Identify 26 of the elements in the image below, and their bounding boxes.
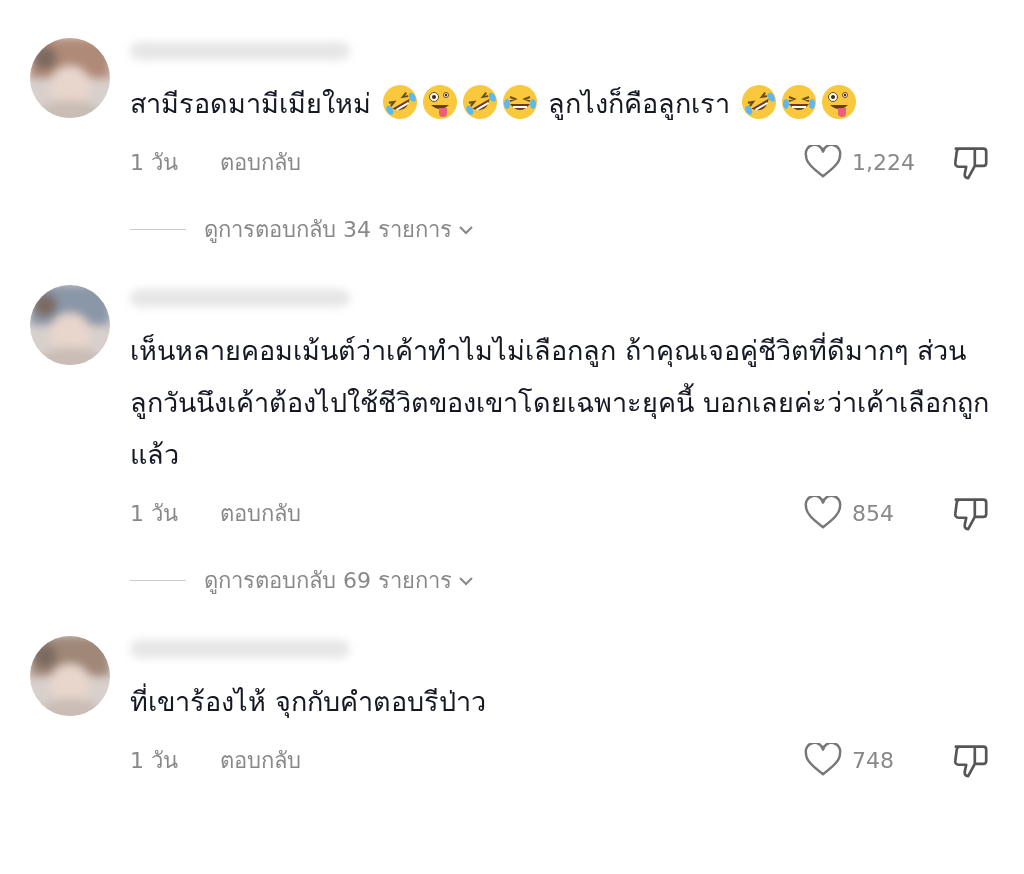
heart-icon[interactable]: [804, 743, 842, 777]
comment-time: 1 วัน: [130, 499, 179, 528]
laughing-face-icon: [780, 84, 817, 120]
laughing-face-icon: [501, 84, 538, 120]
reply-link[interactable]: ตอบกลับ: [220, 495, 301, 531]
view-replies-link[interactable]: ดูการตอบกลับ 34 รายการ: [204, 212, 474, 247]
reply-link[interactable]: ตอบกลับ: [220, 742, 301, 778]
comment-text: สามีรอดมามีเมียใหม่ ลูกไงก็คือลูกเรา: [130, 78, 990, 130]
like-count: 854: [852, 500, 895, 526]
heart-icon[interactable]: [804, 496, 842, 530]
comment-text: เห็นหลายคอมเม้นต์ว่าเค้าทำไมไม่เลือกลูก ถ้าคุณเจอคู่ชีวิตที่ดีมากๆ ส่วนลูกวันนึงเค้าต้องไปใช้ชีวิตของเขาโดยเฉพาะยุคนี้ บอกเลยค่ะว่าเค้าเลือกถูกแล้ว: [130, 325, 990, 481]
zany-face-icon: [421, 84, 458, 120]
laughing-face-icon: [381, 84, 418, 120]
like-count: 748: [852, 747, 895, 773]
reply-link[interactable]: ตอบกลับ: [220, 144, 301, 180]
zany-face-icon: [820, 84, 857, 120]
laughing-face-icon: [461, 84, 498, 120]
like-count: 1,224: [852, 149, 916, 175]
comment-time: 1 วัน: [130, 148, 179, 177]
heart-icon[interactable]: [804, 145, 842, 179]
laughing-face-icon: [740, 84, 777, 120]
chevron-down-icon: [458, 224, 474, 235]
chevron-down-icon: [458, 575, 474, 586]
view-replies-link[interactable]: ดูการตอบกลับ 69 รายการ: [204, 563, 474, 598]
comment-text: ที่เขาร้องไห้ จุกกับคำตอบรีป่าว: [130, 676, 990, 728]
comment-time: 1 วัน: [130, 746, 179, 775]
